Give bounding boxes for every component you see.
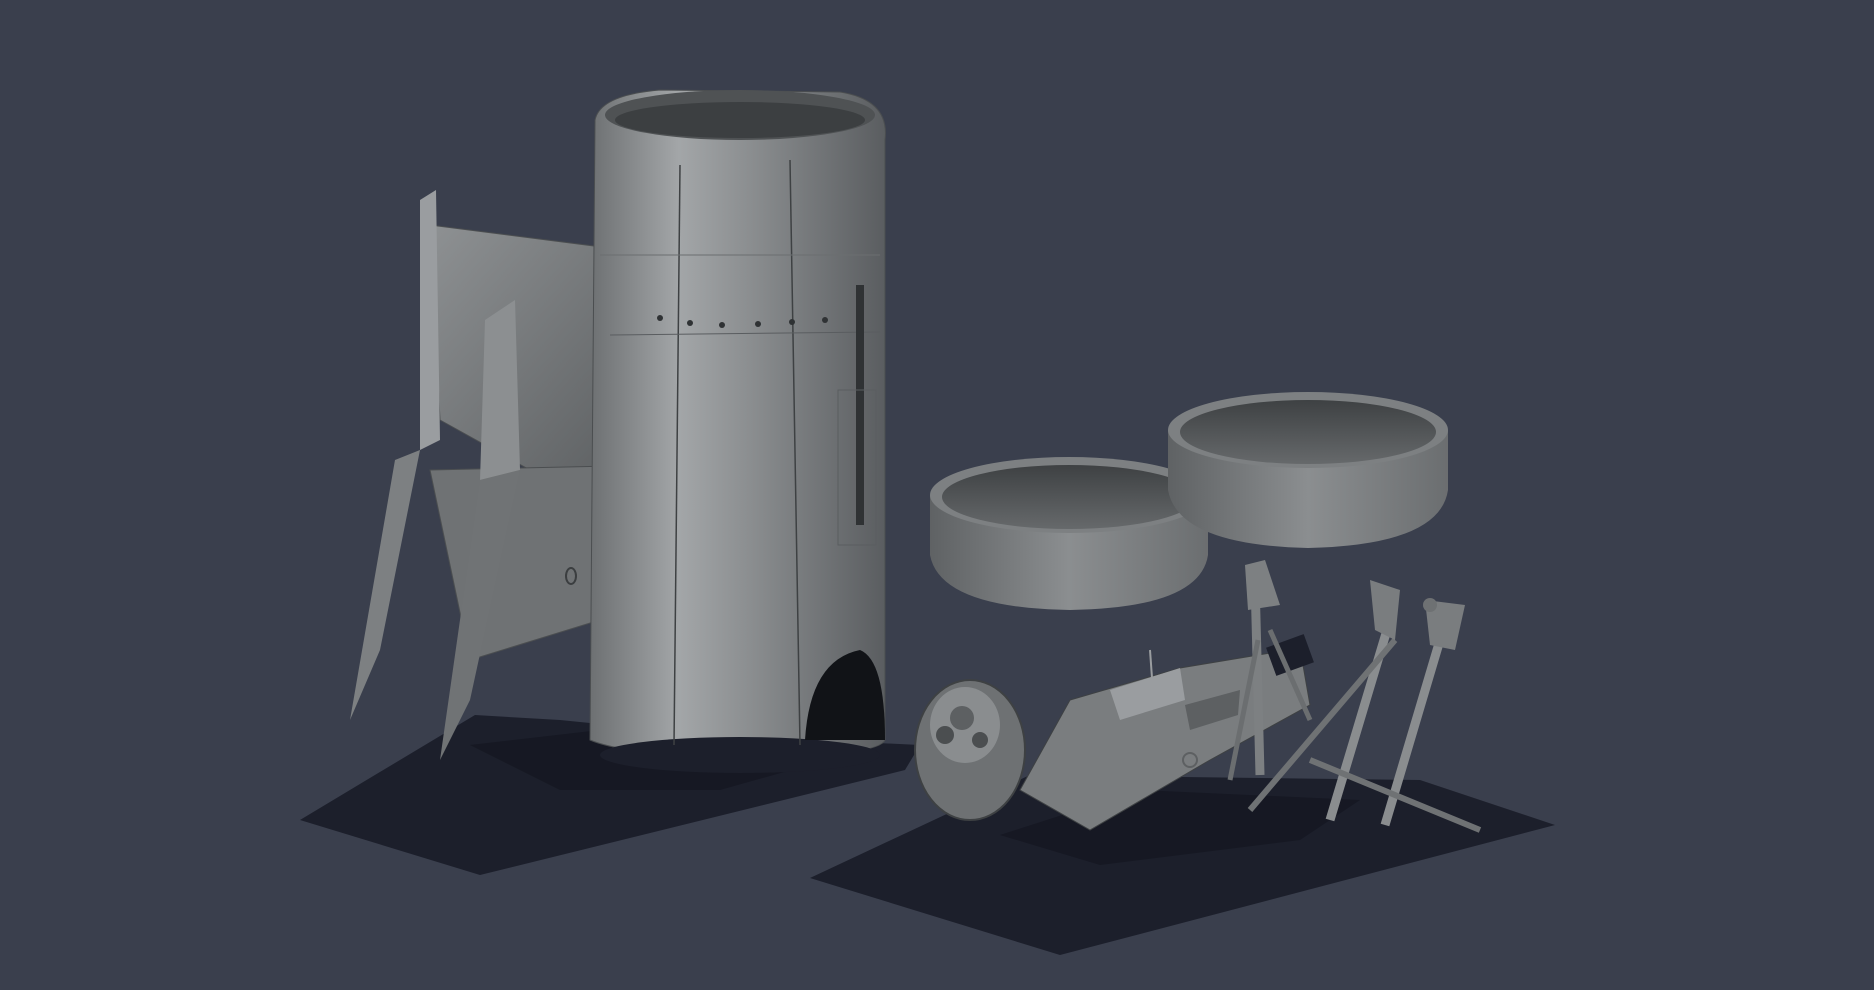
open-ring-left[interactable] — [930, 457, 1208, 610]
base-plate-right[interactable] — [810, 775, 1555, 955]
open-ring-right[interactable] — [1168, 392, 1448, 548]
wheel-hub[interactable] — [914, 679, 1026, 821]
3d-viewport[interactable] — [0, 0, 1874, 990]
engine-nacelle-cylinder[interactable] — [589, 89, 886, 773]
scene-render — [300, 89, 1555, 955]
